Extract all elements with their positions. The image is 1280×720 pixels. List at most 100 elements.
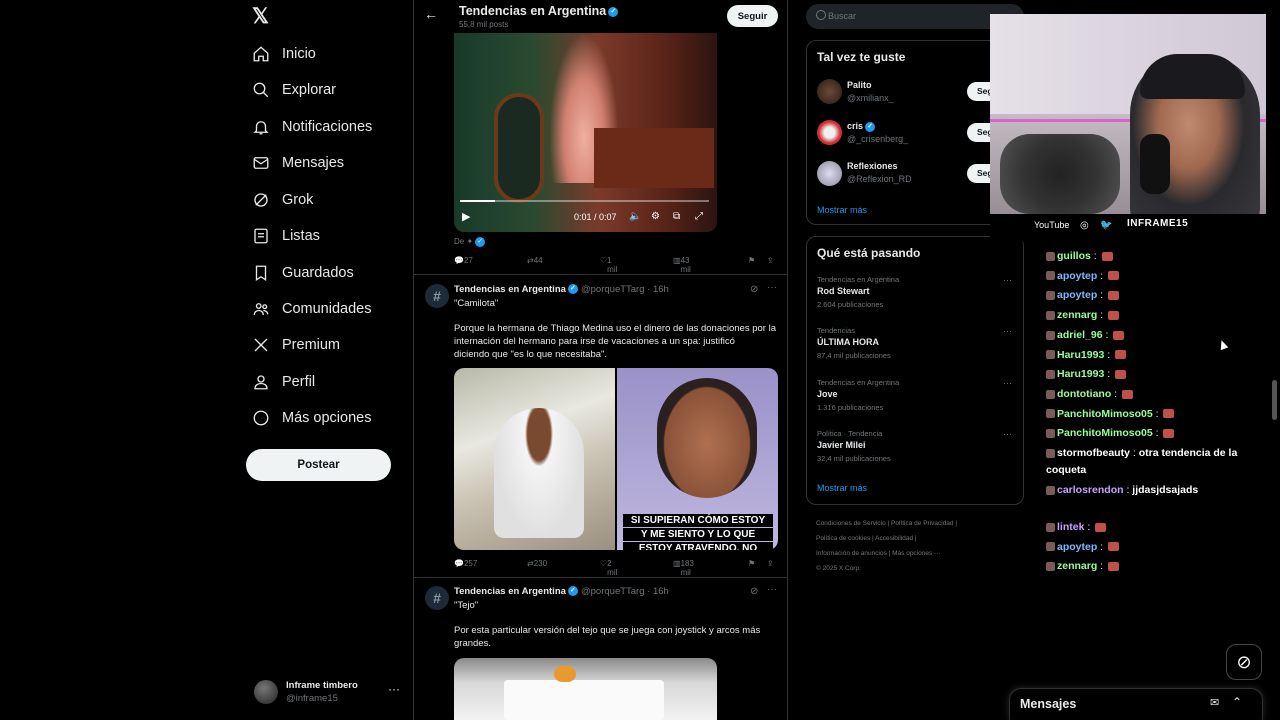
tweet-image[interactable]: SI SUPIERAN CÓMO ESTOY Y ME SIENTO Y LO … bbox=[617, 368, 778, 550]
scrollbar[interactable] bbox=[1272, 380, 1277, 420]
share-icon[interactable]: ⇪ bbox=[767, 256, 774, 265]
bookmark-icon[interactable]: ⚑ bbox=[748, 256, 755, 265]
nav-item-listas[interactable]: Listas bbox=[252, 221, 320, 251]
chat-username[interactable]: stormofbeauty bbox=[1057, 447, 1130, 459]
divider bbox=[414, 577, 787, 578]
avatar[interactable] bbox=[817, 161, 842, 186]
bookmark-icon[interactable]: ⚑ bbox=[748, 559, 755, 568]
avatar[interactable]: # bbox=[425, 586, 449, 610]
x-logo-icon[interactable]: 𝕏 bbox=[252, 6, 274, 28]
play-icon[interactable]: ▶ bbox=[462, 210, 470, 223]
views-button[interactable]: ▥ 43 mil bbox=[673, 256, 691, 274]
footer-line[interactable]: Condiciones de Servicio | Política de Pr… bbox=[816, 516, 1016, 531]
chat-username[interactable]: guillos bbox=[1057, 250, 1091, 262]
reply-button[interactable]: 💬 257 bbox=[454, 559, 477, 568]
avatar[interactable] bbox=[817, 79, 842, 104]
nav-item-guardados[interactable]: Guardados bbox=[252, 258, 354, 288]
chat-badge-icon bbox=[1046, 429, 1055, 439]
footer-line[interactable]: Información de anuncios | Más opciones ·… bbox=[816, 546, 1016, 561]
repost-button[interactable]: ⇄ 44 bbox=[527, 256, 543, 265]
chat-username[interactable]: apoytep bbox=[1057, 289, 1097, 301]
nav-item-mas-opciones[interactable]: Más opciones bbox=[252, 403, 371, 433]
reply-button[interactable]: 💬 27 bbox=[454, 256, 473, 265]
suggestion-name[interactable]: Palito bbox=[847, 80, 872, 90]
tweet-body-line: Porque la hermana de Thiago Medina uso e… bbox=[454, 323, 776, 334]
more-dots-icon[interactable]: ··· bbox=[767, 584, 777, 595]
tweet-image[interactable] bbox=[454, 368, 615, 550]
more-dots-icon[interactable]: ··· bbox=[1003, 429, 1012, 439]
tweet-author[interactable]: Tendencias en Argentina ✓ bbox=[454, 284, 578, 295]
share-icon[interactable]: ⇪ bbox=[767, 559, 774, 568]
show-more-link[interactable]: Mostrar más bbox=[817, 205, 867, 215]
grok-icon[interactable]: ⊘ bbox=[750, 586, 758, 597]
nav-item-perfil[interactable]: Perfil bbox=[252, 367, 315, 397]
grok-float-button[interactable]: ⊘ bbox=[1226, 644, 1262, 680]
chat-username[interactable]: zennarg bbox=[1057, 560, 1097, 572]
nav-item-mensajes[interactable]: Mensajes bbox=[252, 148, 344, 178]
post-button[interactable]: Postear bbox=[246, 449, 391, 481]
chat-message: Haru1993 : bbox=[1046, 366, 1256, 383]
timeline-header: ← Tendencias en Argentina ✓ 55,8 mil post… bbox=[414, 0, 787, 33]
trend-name[interactable]: ÚLTIMA HORA bbox=[817, 337, 879, 347]
nav-label: Perfil bbox=[282, 374, 316, 390]
chat-username[interactable]: Haru1993 bbox=[1057, 368, 1104, 380]
chat-text: jjdasjdsajads bbox=[1132, 484, 1199, 496]
expand-icon[interactable]: ⌃ bbox=[1232, 695, 1242, 709]
chat-emote-icon bbox=[1108, 271, 1120, 281]
chat-username[interactable]: carlosrendon bbox=[1057, 484, 1124, 496]
repost-button[interactable]: ⇄ 230 bbox=[527, 559, 547, 568]
grok-icon[interactable]: ⊘ bbox=[750, 284, 758, 295]
pip-icon[interactable]: ⧉ bbox=[673, 211, 680, 222]
tweet-image[interactable] bbox=[454, 658, 717, 720]
avatar[interactable] bbox=[817, 120, 842, 145]
trend-count: 1.316 publicaciones bbox=[817, 403, 884, 412]
footer-links[interactable]: Condiciones de Servicio | Política de Pr… bbox=[816, 516, 1016, 576]
fullscreen-icon[interactable]: ⤢ bbox=[695, 211, 703, 222]
more-dots-icon[interactable]: ··· bbox=[1003, 378, 1012, 388]
like-button[interactable]: ♡ 2 mil bbox=[600, 559, 617, 577]
chat-username[interactable]: Haru1993 bbox=[1057, 349, 1104, 361]
more-dots-icon[interactable]: ··· bbox=[1003, 326, 1012, 336]
account-switcher[interactable]: Inframe timbero @inframe15 ··· bbox=[252, 678, 412, 708]
tweet-author[interactable]: Tendencias en Argentina ✓ bbox=[454, 586, 578, 597]
avatar[interactable]: # bbox=[425, 284, 449, 308]
nav-item-comunidades[interactable]: Comunidades bbox=[252, 294, 371, 324]
nav-item-grok[interactable]: Grok bbox=[252, 185, 313, 215]
more-dots-icon[interactable]: ··· bbox=[1003, 275, 1012, 285]
trend-name[interactable]: Jove bbox=[817, 389, 838, 399]
nav-item-premium[interactable]: Premium bbox=[252, 330, 340, 360]
nav-item-inicio[interactable]: Inicio bbox=[252, 39, 316, 69]
settings-icon[interactable]: ⚙ bbox=[651, 211, 660, 222]
like-button[interactable]: ♡ 1 mil bbox=[600, 256, 617, 274]
nav-item-notificaciones[interactable]: Notificaciones bbox=[252, 112, 372, 142]
chat-username[interactable]: apoytep bbox=[1057, 541, 1097, 553]
tweet-meta: @porqueTTarg · 16h bbox=[581, 586, 669, 597]
chat-username[interactable]: dontotiano bbox=[1057, 388, 1111, 400]
chat-username[interactable]: adriel_96 bbox=[1057, 329, 1103, 341]
chat-username[interactable]: zennarg bbox=[1057, 309, 1097, 321]
chat-username[interactable]: lintek bbox=[1057, 521, 1084, 533]
more-dots-icon[interactable]: ··· bbox=[767, 282, 777, 293]
show-more-link[interactable]: Mostrar más bbox=[817, 483, 867, 493]
search-icon bbox=[816, 10, 826, 20]
suggestion-name[interactable]: cris ✓ bbox=[847, 121, 876, 132]
trend-name[interactable]: Javier Milei bbox=[817, 440, 866, 450]
chat-username[interactable]: PanchitoMimoso05 bbox=[1057, 408, 1153, 420]
chat-username[interactable]: apoytep bbox=[1057, 270, 1097, 282]
suggestion-name[interactable]: Reflexiones bbox=[847, 161, 898, 171]
follow-button[interactable]: Seguir bbox=[727, 5, 778, 27]
stream-chat: guillos : apoytep : apoytep : zennarg : … bbox=[1046, 248, 1261, 572]
trend-name[interactable]: Rod Stewart bbox=[817, 286, 870, 296]
back-arrow-icon[interactable]: ← bbox=[424, 6, 438, 22]
messages-drawer[interactable]: Mensajes ✉ ⌃ bbox=[1009, 688, 1263, 720]
volume-icon[interactable]: 🔈 bbox=[629, 211, 641, 222]
nav-item-explorar[interactable]: Explorar bbox=[252, 75, 336, 105]
new-message-icon[interactable]: ✉ bbox=[1210, 696, 1219, 709]
chat-badge-icon bbox=[1046, 310, 1055, 320]
chat-username[interactable]: PanchitoMimoso05 bbox=[1057, 427, 1153, 439]
video-player[interactable]: ▶ 0:01 / 0:07 🔈 ⚙ ⧉ ⤢ bbox=[454, 33, 717, 232]
footer-line[interactable]: Política de cookies | Accesibilidad | bbox=[816, 531, 1016, 546]
video-frame-dresser bbox=[594, 128, 714, 188]
views-button[interactable]: ▥ 183 mil bbox=[673, 559, 694, 577]
video-progress-bar[interactable] bbox=[460, 200, 709, 202]
